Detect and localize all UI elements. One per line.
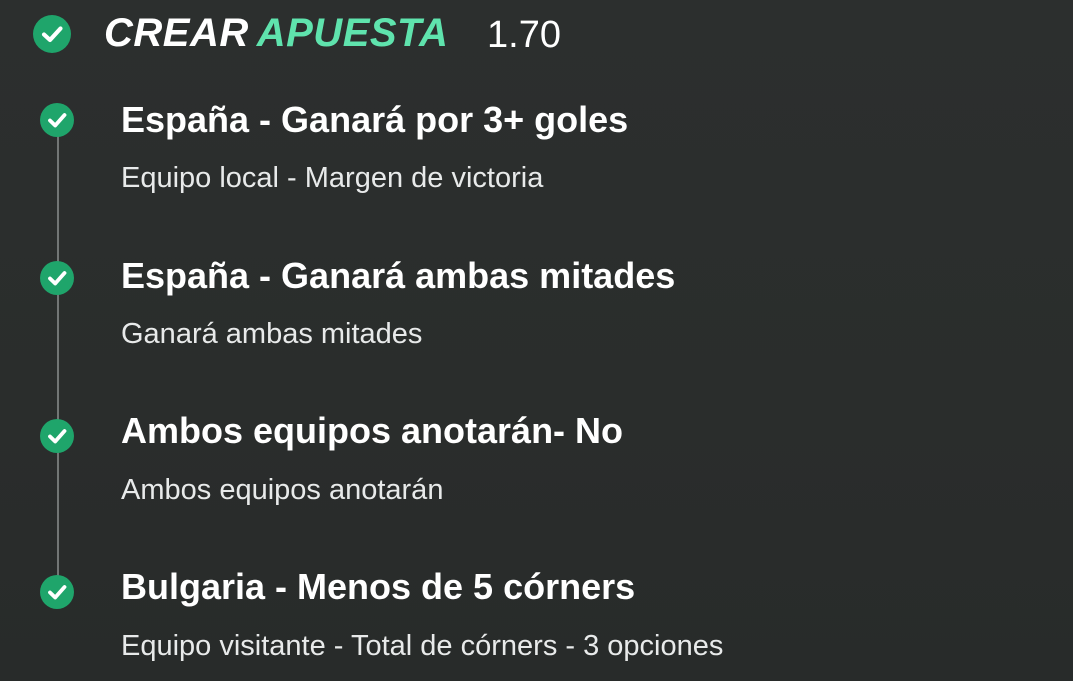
- leg-subtitle: Equipo local - Margen de victoria: [121, 162, 544, 194]
- check-circle-icon: [33, 15, 71, 53]
- leg-title: Bulgaria - Menos de 5 córners: [121, 566, 636, 607]
- combined-odds: 1.70: [487, 14, 561, 56]
- leg-title: España - Ganará ambas mitades: [121, 255, 676, 296]
- bet-builder-header: CREAR APUESTA 1.70: [0, 0, 1073, 70]
- check-circle-icon: [40, 261, 74, 295]
- leg-subtitle: Equipo visitante - Total de córners - 3 …: [121, 630, 724, 662]
- title-word-crear: CREAR: [104, 11, 249, 55]
- check-circle-icon: [40, 103, 74, 137]
- header-title: CREAR APUESTA: [104, 8, 448, 58]
- check-circle-icon: [40, 575, 74, 609]
- timeline-connector: [57, 120, 59, 592]
- check-circle-icon: [40, 419, 74, 453]
- title-word-apuesta: APUESTA: [256, 11, 449, 55]
- leg-subtitle: Ambos equipos anotarán: [121, 474, 444, 506]
- leg-title: Ambos equipos anotarán- No: [121, 410, 624, 451]
- leg-title: España - Ganará por 3+ goles: [121, 99, 629, 140]
- leg-subtitle: Ganará ambas mitades: [121, 318, 423, 350]
